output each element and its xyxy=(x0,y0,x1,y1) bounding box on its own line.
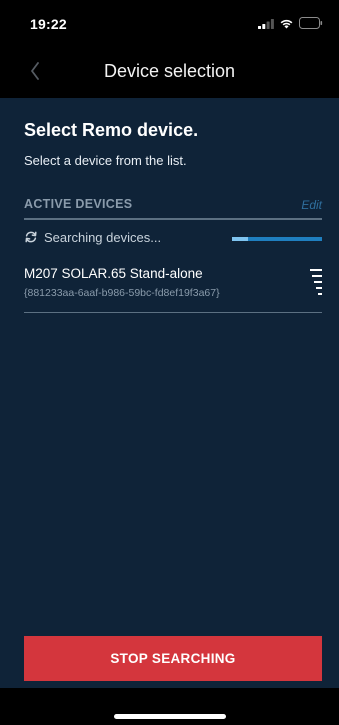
home-indicator[interactable] xyxy=(114,714,226,719)
section-divider xyxy=(24,218,322,220)
nav-title: Device selection xyxy=(103,61,236,81)
stop-searching-button[interactable]: STOP SEARCHING xyxy=(24,636,322,681)
page-subheading: Select a device from the list. xyxy=(24,153,187,168)
device-list-item[interactable]: M207 SOLAR.65 Stand-alone {881233aa-6aaf… xyxy=(24,264,322,312)
section-title: ACTIVE DEVICES xyxy=(24,197,133,211)
wifi-icon xyxy=(280,19,293,28)
searching-label: Searching devices... xyxy=(44,230,162,245)
edit-link[interactable]: Edit xyxy=(301,198,322,212)
home-indicator-area xyxy=(0,688,339,725)
active-devices-header: ACTIVE DEVICES Edit xyxy=(24,197,322,217)
search-progress-fill xyxy=(232,237,249,241)
device-divider xyxy=(24,312,322,313)
battery-icon xyxy=(299,17,323,29)
page-heading: Select Remo device. xyxy=(24,120,199,140)
status-icons xyxy=(258,17,323,29)
navigation-bar: Device selection xyxy=(0,46,339,98)
device-name: M207 SOLAR.65 Stand-alone xyxy=(24,266,203,281)
refresh-icon xyxy=(25,231,37,243)
status-time: 19:22 xyxy=(30,16,67,32)
signal-strength-icon xyxy=(310,269,322,295)
searching-status: Searching devices... xyxy=(24,230,322,248)
device-selection-content: Select Remo device. Select a device from… xyxy=(0,98,339,688)
device-id: {881233aa-6aaf-b986-59bc-fd8ef19f3a67} xyxy=(24,287,220,299)
search-progress-bar xyxy=(232,237,322,241)
cellular-signal-icon xyxy=(258,18,274,29)
status-bar: 19:22 xyxy=(0,0,339,46)
